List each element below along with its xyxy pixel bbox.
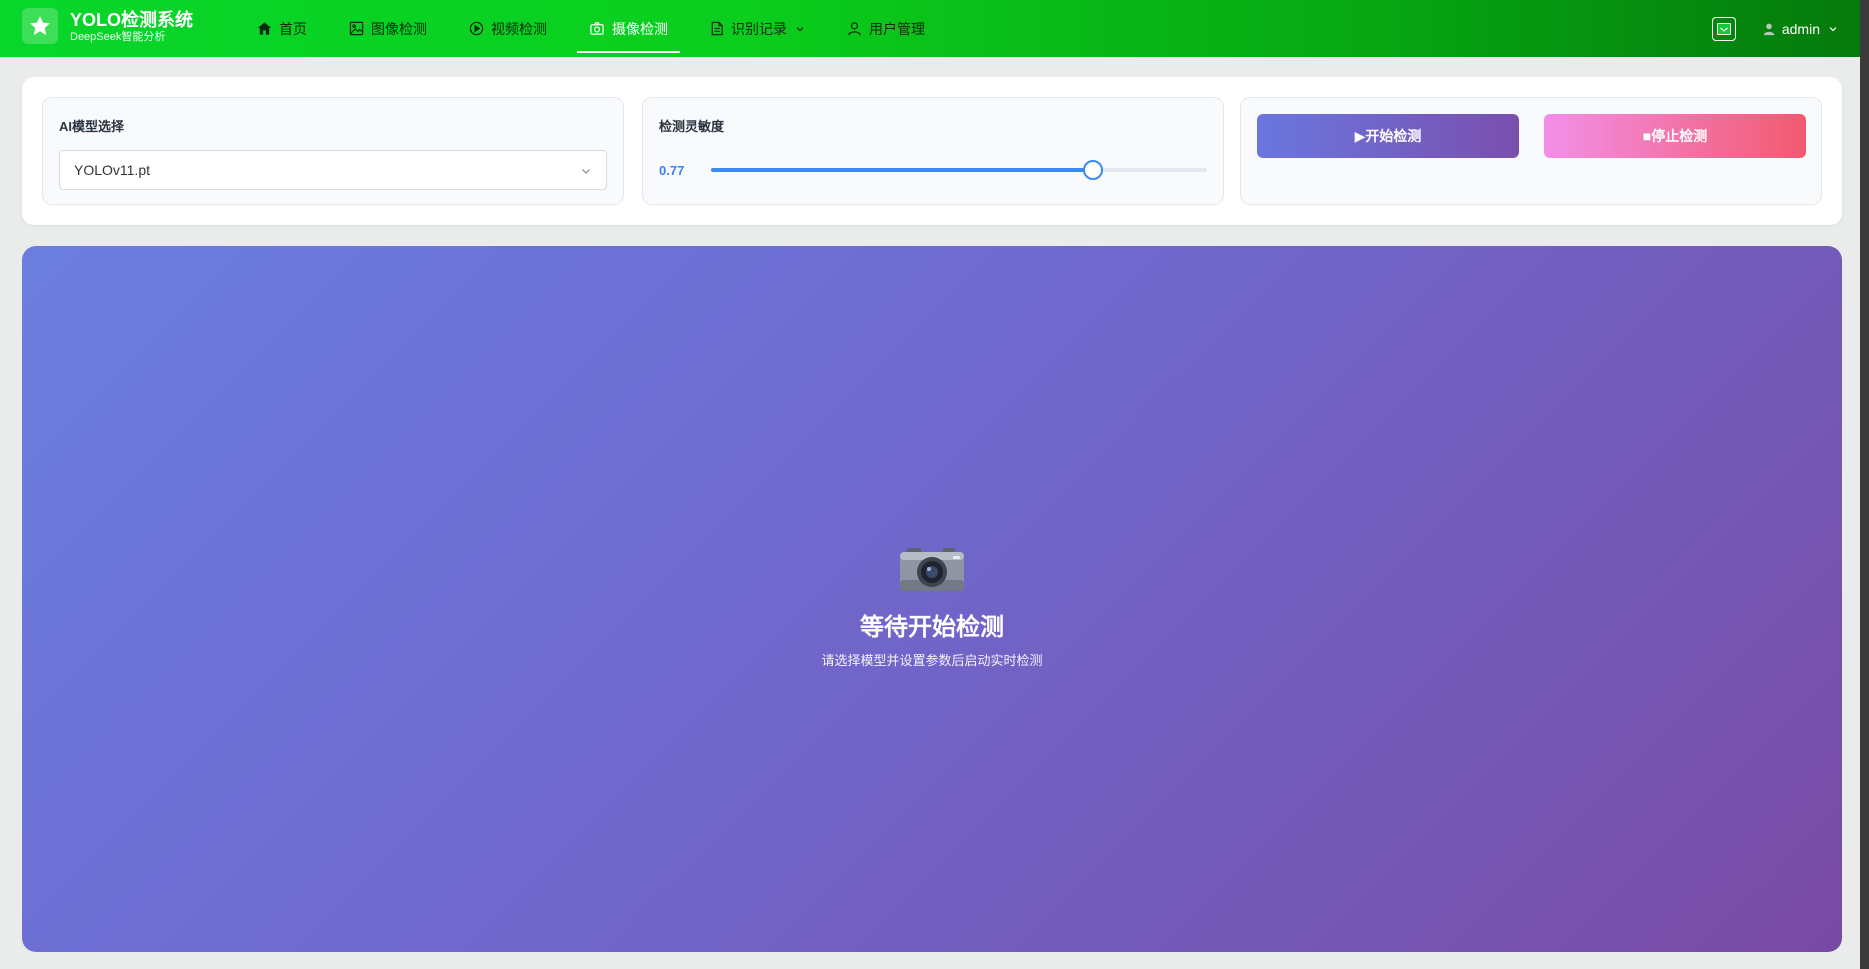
user-menu[interactable]: admin	[1762, 21, 1838, 37]
avatar-icon	[1763, 23, 1775, 35]
nav-camera-detect[interactable]: 摄像检测	[577, 0, 680, 57]
nav-image-detect-label: 图像检测	[371, 20, 427, 37]
model-select-value: YOLOv11.pt	[74, 162, 151, 178]
model-select-panel: AI模型选择 YOLOv11.pt	[42, 97, 624, 205]
camera-icon	[899, 546, 965, 597]
chevron-down-icon	[1829, 26, 1837, 31]
logo[interactable]	[22, 8, 58, 44]
brand-subtitle: DeepSeek智能分析	[70, 31, 166, 43]
nav-camera-detect-label: 摄像检测	[612, 20, 668, 37]
model-select[interactable]: YOLOv11.pt	[59, 150, 607, 190]
stop-detection-button[interactable]: ■停止检测	[1544, 114, 1806, 158]
nav-home[interactable]: 首页	[245, 0, 319, 57]
app-root: YOLO检测系统 DeepSeek智能分析 首页 图像检测 视频检测 摄像检测 …	[0, 0, 1869, 969]
slider-fill	[711, 168, 1093, 172]
control-panel: AI模型选择 YOLOv11.pt 检测灵敏度 0.77 ▶开始检测 ■停止检测	[22, 77, 1842, 225]
nav-records-label: 识别记录	[731, 20, 787, 37]
sensitivity-value: 0.77	[659, 163, 685, 178]
chevron-down-icon	[582, 169, 590, 174]
sensitivity-panel: 检测灵敏度 0.77	[642, 97, 1224, 205]
nav-image-detect[interactable]: 图像检测	[337, 0, 439, 57]
document-icon	[711, 21, 723, 36]
start-detection-button[interactable]: ▶开始检测	[1257, 114, 1519, 158]
nav-user-management-label: 用户管理	[869, 20, 925, 37]
sensitivity-slider[interactable]	[711, 160, 1207, 180]
nav-video-detect-label: 视频检测	[491, 20, 547, 37]
chevron-down-icon	[796, 26, 804, 31]
brand-title: YOLO检测系统	[70, 10, 194, 30]
brand: YOLO检测系统 DeepSeek智能分析	[70, 10, 193, 44]
camera-preview-area: 等待开始检测 请选择模型并设置参数后启动实时检测	[22, 246, 1842, 952]
user-icon	[848, 22, 861, 36]
sensitivity-label: 检测灵敏度	[659, 119, 725, 134]
home-icon	[257, 22, 272, 35]
monitor-icon	[1716, 22, 1731, 35]
waiting-placeholder: 等待开始检测 请选择模型并设置参数后启动实时检测	[22, 546, 1842, 669]
action-panel: ▶开始检测 ■停止检测	[1240, 97, 1822, 205]
header-right: admin	[1711, 0, 1838, 57]
nav-video-detect[interactable]: 视频检测	[457, 0, 559, 57]
model-select-label: AI模型选择	[59, 119, 125, 134]
monitor-toggle-button[interactable]	[1711, 16, 1736, 41]
nav-records[interactable]: 识别记录	[698, 0, 817, 57]
image-icon	[349, 21, 364, 36]
camera-icon	[590, 22, 604, 35]
waiting-hint: 请选择模型并设置参数后启动实时检测	[821, 653, 1043, 668]
nav-home-label: 首页	[279, 20, 307, 37]
waiting-title: 等待开始检测	[860, 614, 1004, 641]
username: admin	[1781, 20, 1820, 37]
main-nav: 首页 图像检测 视频检测 摄像检测 识别记录 用户管理	[245, 0, 955, 57]
top-navbar: YOLO检测系统 DeepSeek智能分析 首页 图像检测 视频检测 摄像检测 …	[0, 0, 1860, 57]
play-circle-icon	[469, 21, 484, 36]
nav-user-management[interactable]: 用户管理	[835, 0, 937, 57]
window-edge	[1860, 0, 1869, 969]
star-icon	[30, 16, 50, 35]
slider-thumb[interactable]	[1082, 160, 1103, 180]
